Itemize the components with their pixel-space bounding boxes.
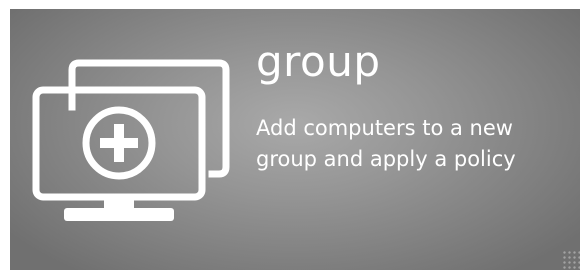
tile-description: Add computers to a new group and apply a… (256, 116, 516, 171)
add-computer-group-icon (32, 59, 230, 221)
add-group-tile[interactable]: group Add computers to a new group and a… (10, 9, 580, 270)
tile-title: group (256, 37, 381, 86)
corner-grip-decoration (562, 250, 580, 270)
